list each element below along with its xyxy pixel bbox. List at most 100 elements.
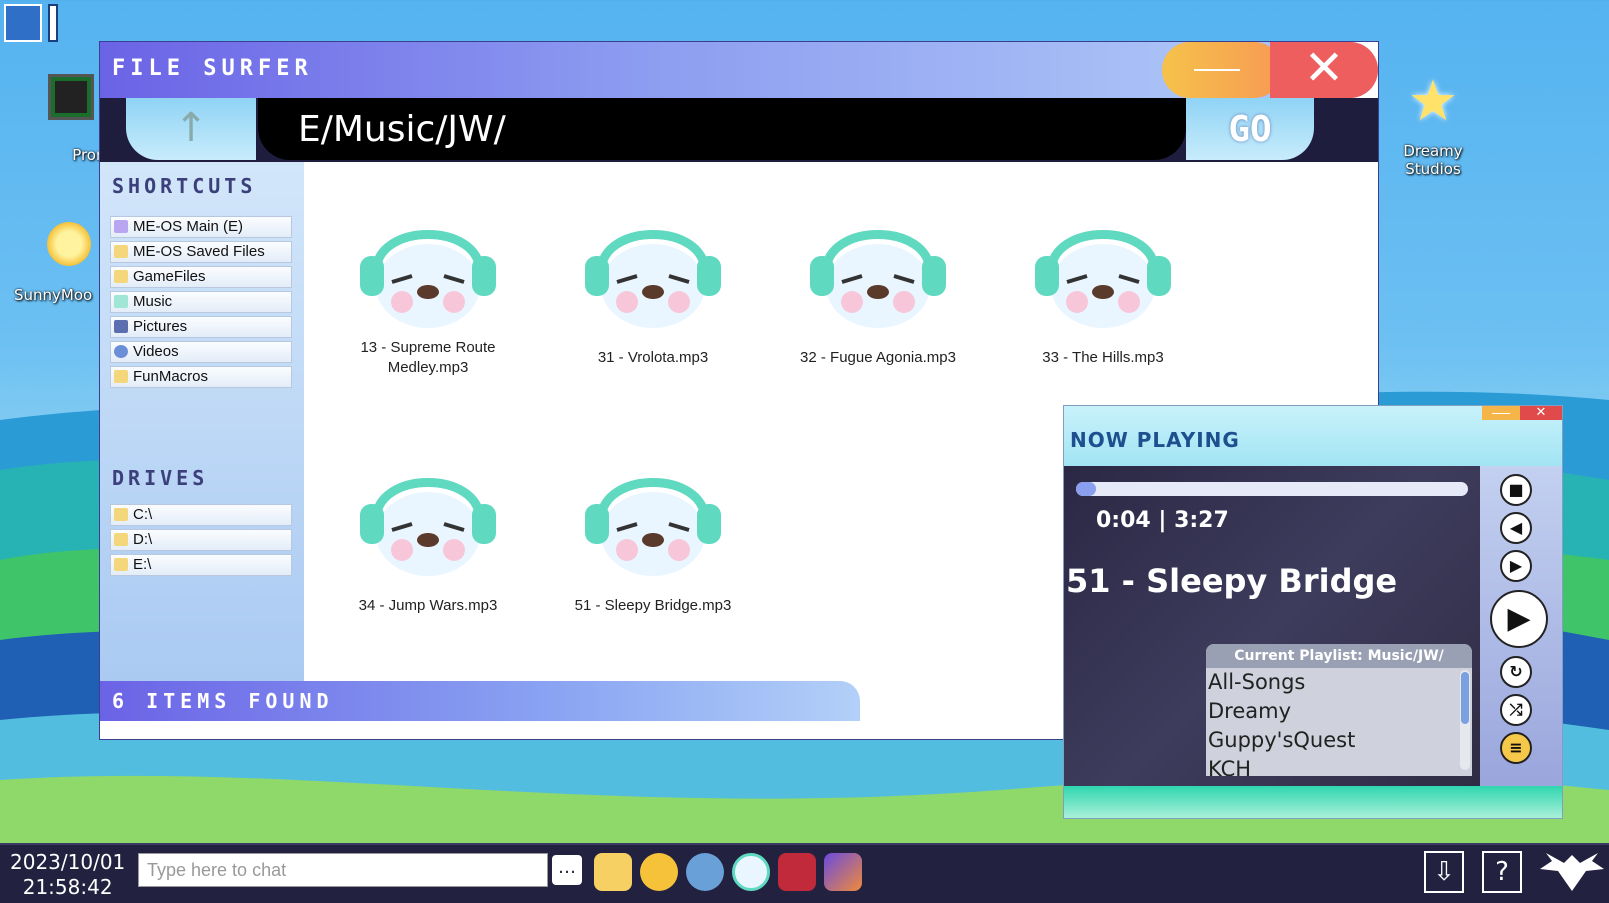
shortcut-saved-files[interactable]: ME-OS Saved Files — [110, 241, 292, 263]
file-name: 34 - Jump Wars.mp3 — [358, 597, 498, 614]
file-item[interactable]: 51 - Sleepy Bridge.mp3 — [558, 460, 748, 616]
file-item[interactable]: 13 - Supreme Route Medley.mp3 — [333, 212, 523, 378]
shortcut-gamefiles[interactable]: GameFiles — [110, 266, 292, 288]
drives-heading: DRIVES — [112, 466, 209, 490]
playlist-item[interactable]: KCH — [1206, 755, 1472, 776]
folder-icon — [114, 533, 128, 546]
folder-icon — [114, 245, 128, 258]
pet-meter — [48, 4, 58, 42]
playlist-panel: Current Playlist: Music/JW/ All-Songs Dr… — [1206, 644, 1472, 776]
file-name: 33 - The Hills.mp3 — [1042, 349, 1164, 366]
sidebar: SHORTCUTS ME-OS Main (E) ME-OS Saved Fil… — [100, 162, 306, 682]
time-readout: 0:04 | 3:27 — [1096, 508, 1229, 533]
now-playing-window: NOW PLAYING ✕ 0:04 | 3:27 51 - Sleepy Br… — [1064, 406, 1562, 818]
scrollbar-thumb[interactable] — [1461, 672, 1469, 724]
desktop-icon-label: Dreamy Studios — [1403, 142, 1463, 178]
chat-bubble-icon[interactable]: … — [552, 855, 582, 885]
taskbar: 2023/10/01 21:58:42 Type here to chat … … — [0, 843, 1609, 903]
file-name: 31 - Vrolota.mp3 — [597, 349, 709, 366]
song-title: 51 - Sleepy Bridge — [1066, 562, 1398, 600]
chat-input[interactable]: Type here to chat — [138, 853, 548, 887]
heart-icon — [114, 220, 128, 233]
drive-label: E:\ — [133, 556, 152, 573]
shortcut-label: FunMacros — [133, 368, 209, 385]
clock: 2023/10/01 21:58:42 — [10, 850, 125, 900]
path-input[interactable]: E/Music/JW/ — [258, 98, 1186, 160]
file-item[interactable]: 33 - The Hills.mp3 — [1008, 212, 1198, 368]
next-button[interactable]: ▶ — [1500, 550, 1532, 582]
up-directory-button[interactable]: ↑ — [126, 98, 256, 160]
download-icon[interactable]: ⇩ — [1424, 851, 1464, 893]
star-icon: ★ — [1407, 69, 1459, 134]
status-bar: 6 ITEMS FOUND — [100, 681, 860, 721]
shortcut-label: GameFiles — [133, 268, 206, 285]
music-icon — [114, 295, 128, 308]
playlist-item[interactable]: Guppy'sQuest — [1206, 726, 1472, 755]
playlist-button[interactable]: ≡ — [1500, 732, 1532, 764]
play-button[interactable]: ▶ — [1490, 590, 1548, 648]
shortcut-label: ME-OS Main (E) — [133, 218, 244, 235]
folder-icon — [114, 508, 128, 521]
shortcut-videos[interactable]: Videos — [110, 341, 292, 363]
pet-icon[interactable] — [4, 4, 42, 42]
shortcut-music[interactable]: Music — [110, 291, 292, 313]
music-file-icon — [585, 230, 721, 328]
terminal-icon — [48, 74, 94, 120]
folder-icon — [114, 270, 128, 283]
close-button[interactable]: ✕ — [1270, 42, 1378, 98]
drive-c[interactable]: C:\ — [110, 504, 292, 526]
address-bar: ↑ E/Music/JW/ GO — [100, 98, 1378, 162]
drive-e[interactable]: E:\ — [110, 554, 292, 576]
shortcut-pictures[interactable]: Pictures — [110, 316, 292, 338]
shortcut-label: Videos — [133, 343, 179, 360]
playlist-scrollbar[interactable] — [1460, 670, 1470, 770]
music-file-icon — [360, 230, 496, 328]
shortcut-me-os-main[interactable]: ME-OS Main (E) — [110, 216, 292, 238]
minimize-icon — [1492, 413, 1510, 414]
shortcut-funmacros[interactable]: FunMacros — [110, 366, 292, 388]
playlist-item[interactable]: Dreamy — [1206, 697, 1472, 726]
drive-label: C:\ — [133, 506, 153, 523]
file-item[interactable]: 34 - Jump Wars.mp3 — [333, 460, 523, 616]
window-title: NOW PLAYING — [1070, 428, 1240, 452]
close-button[interactable]: ✕ — [1520, 406, 1562, 420]
music-file-icon — [360, 478, 496, 576]
file-name: 51 - Sleepy Bridge.mp3 — [574, 597, 732, 614]
shortcut-label: Pictures — [133, 318, 188, 335]
shortcut-label: ME-OS Saved Files — [133, 243, 265, 260]
playlist-item[interactable]: All-Songs — [1206, 668, 1472, 697]
items-found-text: 6 ITEMS FOUND — [112, 689, 334, 713]
player-controls: ■ ◀ ▶ ▶ ↻ ⤮ ≡ — [1480, 466, 1562, 786]
file-name: 32 - Fugue Agonia.mp3 — [800, 349, 956, 366]
taskbar-app-headphones-icon[interactable] — [732, 853, 770, 891]
time-text: 21:58:42 — [22, 875, 113, 899]
wings-logo-icon[interactable] — [1538, 851, 1606, 897]
taskbar-app-file-icon[interactable] — [594, 853, 632, 891]
help-icon[interactable]: ? — [1482, 851, 1522, 893]
shuffle-button[interactable]: ⤮ — [1500, 694, 1532, 726]
taskbar-app-star-icon[interactable] — [640, 853, 678, 891]
file-item[interactable]: 31 - Vrolota.mp3 — [558, 212, 748, 368]
taskbar-app-vst-icon[interactable] — [824, 853, 862, 891]
progress-bar[interactable] — [1076, 482, 1468, 496]
player-footer — [1064, 786, 1562, 818]
taskbar-app-globe-icon[interactable] — [686, 853, 724, 891]
drive-d[interactable]: D:\ — [110, 529, 292, 551]
minimize-button[interactable] — [1482, 406, 1520, 420]
player-body: 0:04 | 3:27 51 - Sleepy Bridge Current P… — [1064, 466, 1562, 786]
window-title: FILE SURFER — [112, 56, 313, 81]
stop-button[interactable]: ■ — [1500, 474, 1532, 506]
repeat-button[interactable]: ↻ — [1500, 656, 1532, 688]
minimize-button[interactable] — [1162, 42, 1282, 98]
music-file-icon — [1035, 230, 1171, 328]
shortcuts-heading: SHORTCUTS — [112, 174, 257, 198]
folder-icon — [114, 370, 128, 383]
previous-button[interactable]: ◀ — [1500, 512, 1532, 544]
file-item[interactable]: 32 - Fugue Agonia.mp3 — [783, 212, 973, 368]
taskbar-app-x-icon[interactable] — [778, 853, 816, 891]
sun-icon — [47, 222, 91, 266]
go-button[interactable]: GO — [1186, 98, 1314, 160]
film-reel-icon — [114, 345, 128, 358]
desktop-icon-dreamy-studios[interactable]: ★ Dreamy Studios — [1378, 69, 1488, 179]
music-file-icon — [585, 478, 721, 576]
